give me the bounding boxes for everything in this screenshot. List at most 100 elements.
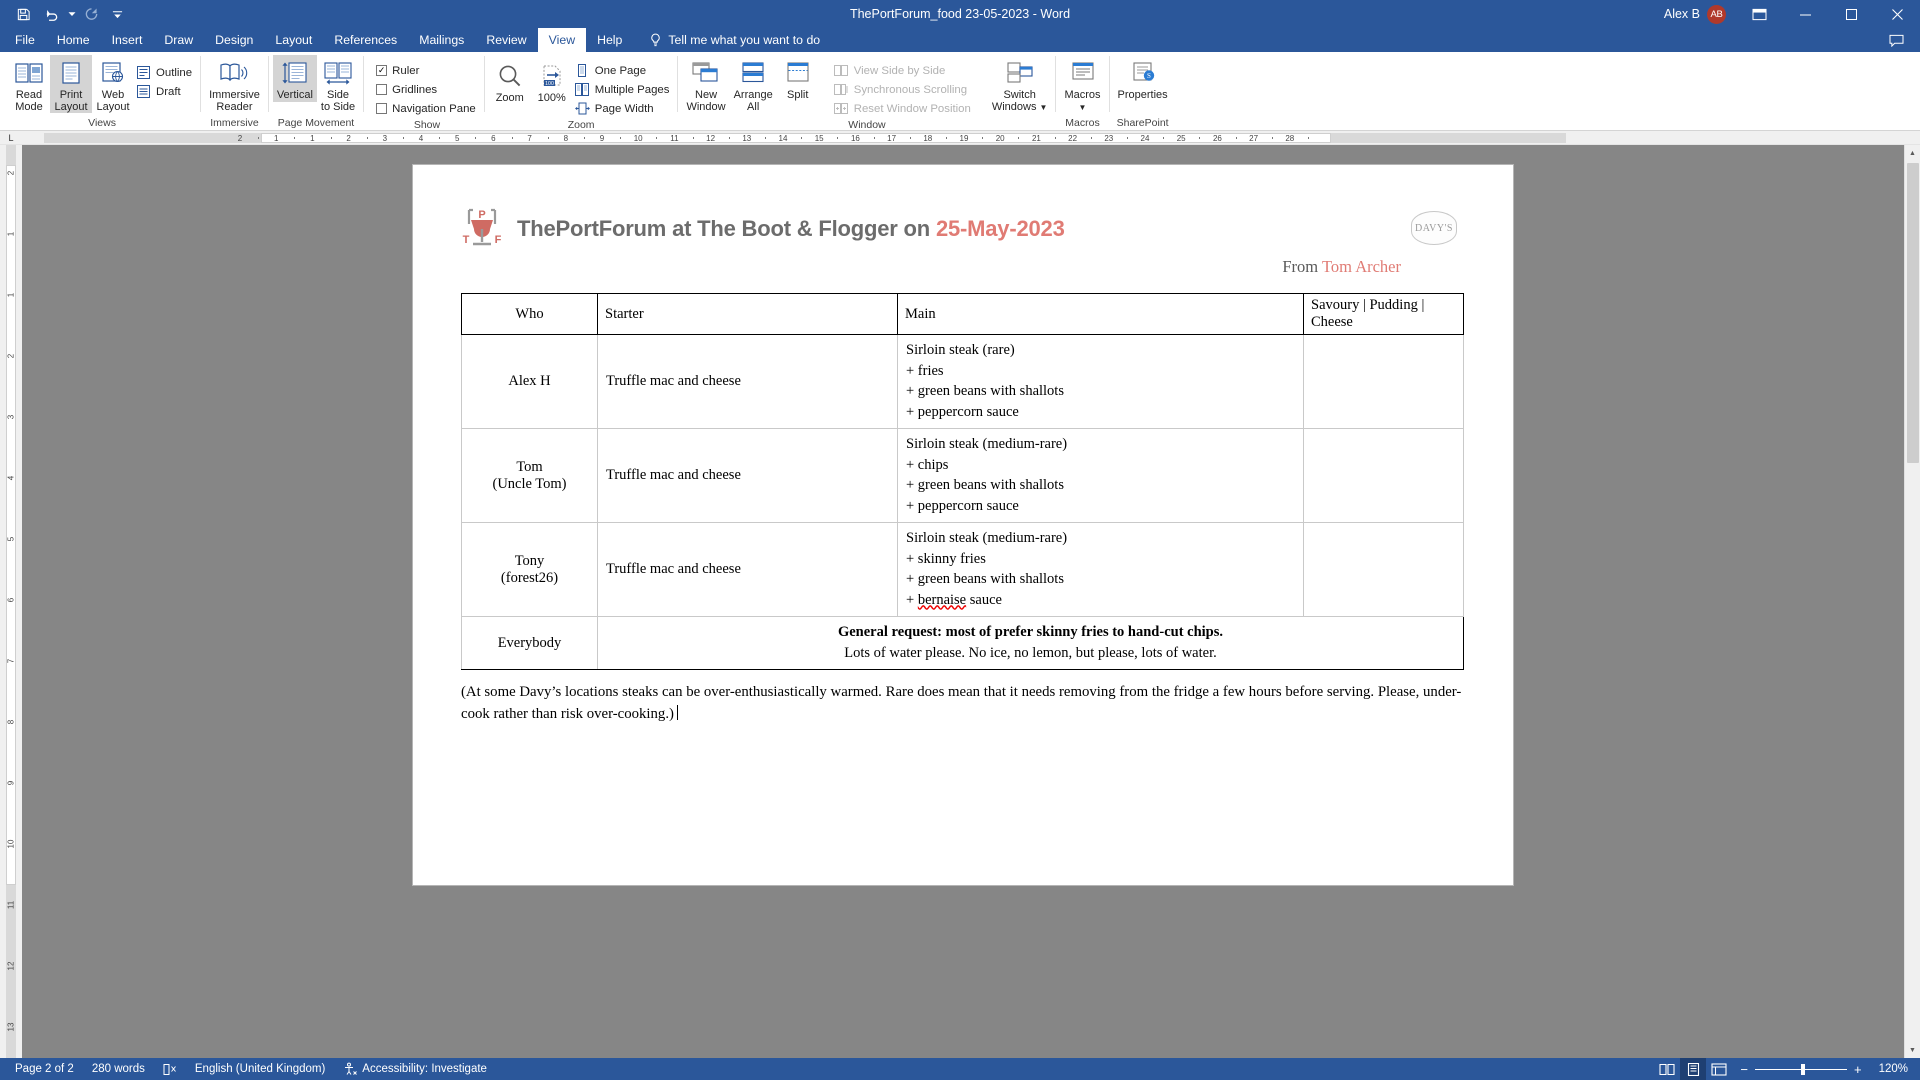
tab-view[interactable]: View <box>537 28 587 52</box>
zoom-thumb[interactable] <box>1800 1063 1805 1075</box>
cell-who[interactable]: Alex H <box>461 334 598 429</box>
immersive-reader-button[interactable]: Immersive Reader <box>205 55 264 113</box>
print-layout-button[interactable]: Print Layout <box>50 55 92 113</box>
column-header-main[interactable]: Main <box>897 293 1304 335</box>
table-row-everybody[interactable]: Everybody General request: most of prefe… <box>461 616 1464 670</box>
read-mode-view-button[interactable] <box>1654 1058 1680 1080</box>
table-row[interactable]: Tony (forest26) Truffle mac and cheese S… <box>461 522 1464 617</box>
column-header-who[interactable]: Who <box>461 293 598 335</box>
scrollbar-thumb[interactable] <box>1907 163 1919 463</box>
column-header-savoury-pudding-cheese[interactable]: Savoury | Pudding | Cheese <box>1303 293 1464 335</box>
minimize-button[interactable] <box>1782 0 1828 28</box>
tab-selector-button[interactable]: L <box>0 131 22 144</box>
tab-home[interactable]: Home <box>46 28 101 52</box>
document-canvas[interactable]: P T F ThePortForum at The Boot & Flogger… <box>22 145 1904 1058</box>
misspelled-word[interactable]: bernaise <box>918 592 966 608</box>
cell-starter[interactable]: Truffle mac and cheese <box>597 522 898 617</box>
draft-button[interactable]: Draft <box>134 82 196 101</box>
from-line[interactable]: From Tom Archer <box>461 257 1465 277</box>
zoom-out-button[interactable]: − <box>1740 1063 1748 1076</box>
tab-layout[interactable]: Layout <box>264 28 323 52</box>
zoom-in-button[interactable]: + <box>1854 1063 1862 1076</box>
cell-main[interactable]: Sirloin steak (medium-rare) + chips + gr… <box>897 428 1304 523</box>
one-page-button[interactable]: One Page <box>573 61 674 80</box>
scroll-up-arrow-icon[interactable]: ▲ <box>1905 145 1920 161</box>
tab-references[interactable]: References <box>323 28 408 52</box>
read-mode-button[interactable]: Read Mode <box>8 55 50 113</box>
split-button[interactable]: Split <box>777 55 819 102</box>
cell-savoury-pudding-cheese[interactable] <box>1303 522 1464 617</box>
lightbulb-icon <box>649 33 662 47</box>
cell-starter[interactable]: Truffle mac and cheese <box>597 334 898 429</box>
tab-help[interactable]: Help <box>586 28 633 52</box>
avatar[interactable]: AB <box>1707 4 1726 24</box>
redo-icon[interactable] <box>79 2 105 26</box>
menu-table[interactable]: Who Starter Main Savoury | Pudding | Che… <box>461 293 1464 670</box>
web-layout-view-button[interactable] <box>1706 1058 1732 1080</box>
tab-design[interactable]: Design <box>204 28 264 52</box>
side-to-side-button[interactable]: Side to Side <box>317 55 359 113</box>
tab-draw[interactable]: Draw <box>153 28 204 52</box>
cell-savoury-pudding-cheese[interactable] <box>1303 428 1464 523</box>
vertical-ruler[interactable]: 2 1 1 2 3 4 5 6 7 8 9 10 11 12 13 <box>0 145 22 1058</box>
tab-mailings[interactable]: Mailings <box>408 28 475 52</box>
document-body[interactable]: P T F ThePortForum at The Boot & Flogger… <box>413 165 1513 725</box>
zoom-level[interactable]: 120% <box>1870 1058 1914 1080</box>
arrange-all-button[interactable]: Arrange All <box>730 55 777 113</box>
ribbon-display-options-icon[interactable] <box>1736 0 1782 28</box>
vertical-button[interactable]: Vertical <box>272 55 317 102</box>
zoom-track[interactable] <box>1754 1063 1847 1075</box>
customize-quick-access-icon[interactable] <box>107 2 127 26</box>
tab-insert[interactable]: Insert <box>101 28 154 52</box>
page-width-button[interactable]: Page Width <box>573 99 674 118</box>
proofing-errors-button[interactable] <box>154 1058 186 1080</box>
language-indicator[interactable]: English (United Kingdom) <box>186 1058 334 1080</box>
cell-starter[interactable]: Truffle mac and cheese <box>597 428 898 523</box>
cell-main[interactable]: Sirloin steak (medium-rare) + skinny fri… <box>897 522 1304 617</box>
macros-button[interactable]: Macros ▼ <box>1060 55 1104 113</box>
cell-who-everybody[interactable]: Everybody <box>461 616 598 670</box>
cell-who[interactable]: Tom (Uncle Tom) <box>461 428 598 523</box>
word-count[interactable]: 280 words <box>83 1058 154 1080</box>
page-indicator[interactable]: Page 2 of 2 <box>6 1058 83 1080</box>
table-row[interactable]: Tom (Uncle Tom) Truffle mac and cheese S… <box>461 428 1464 523</box>
tab-file[interactable]: File <box>4 28 46 52</box>
table-row[interactable]: Alex H Truffle mac and cheese Sirloin st… <box>461 334 1464 429</box>
column-header-starter[interactable]: Starter <box>597 293 898 335</box>
vertical-scrollbar[interactable]: ▲ ▼ <box>1904 145 1920 1058</box>
comments-icon[interactable] <box>1884 26 1908 54</box>
cell-savoury-pudding-cheese[interactable] <box>1303 334 1464 429</box>
undo-icon[interactable] <box>38 2 64 26</box>
tab-review[interactable]: Review <box>475 28 537 52</box>
ruler-checkbox[interactable]: ✓ Ruler <box>374 61 480 80</box>
close-button[interactable] <box>1874 0 1920 28</box>
print-layout-view-button[interactable] <box>1680 1058 1707 1080</box>
save-icon[interactable] <box>10 2 36 26</box>
properties-button[interactable]: S Properties <box>1114 55 1172 102</box>
scroll-down-arrow-icon[interactable]: ▼ <box>1905 1042 1920 1058</box>
zoom-slider[interactable]: − + <box>1732 1063 1869 1076</box>
navigation-pane-checkbox[interactable]: Navigation Pane <box>374 99 480 118</box>
cell-main[interactable]: Sirloin steak (rare) + fries + green bea… <box>897 334 1304 429</box>
multiple-pages-button[interactable]: Multiple Pages <box>573 80 674 99</box>
cell-who[interactable]: Tony (forest26) <box>461 522 598 617</box>
chevron-down-icon-undo[interactable] <box>66 2 77 26</box>
horizontal-ruler[interactable]: L 2 1 1 2 3 4 5 6 7 8 9 10 11 12 13 14 15 16 17 18 19 20 21 22 2… <box>0 131 1920 145</box>
page-title[interactable]: ThePortForum at The Boot & Flogger on 25… <box>517 216 1065 242</box>
switch-windows-button[interactable]: Switch Windows ▼ <box>988 55 1052 113</box>
ruler-track[interactable]: 2 1 1 2 3 4 5 6 7 8 9 10 11 12 13 14 15 16 17 18 19 20 21 22 23 2… <box>22 131 1920 144</box>
accessibility-button[interactable]: Accessibility: Investigate <box>334 1058 496 1080</box>
cell-general-request[interactable]: General request: most of prefer skinny f… <box>597 616 1464 670</box>
document-page[interactable]: P T F ThePortForum at The Boot & Flogger… <box>413 165 1513 885</box>
new-window-button[interactable]: New Window <box>682 55 729 113</box>
web-layout-button[interactable]: Web Layout <box>92 55 134 113</box>
footnote-paragraph[interactable]: (At some Davy’s locations steaks can be … <box>461 681 1463 725</box>
maximize-button[interactable] <box>1828 0 1874 28</box>
ruler-tick-label: 5 <box>454 133 460 143</box>
gridlines-checkbox[interactable]: Gridlines <box>374 80 480 99</box>
tell-me-search[interactable]: Tell me what you want to do <box>649 28 820 52</box>
account-button[interactable]: Alex B AB <box>1664 4 1736 24</box>
outline-button[interactable]: Outline <box>134 63 196 82</box>
zoom-button[interactable]: Zoom <box>489 55 531 105</box>
zoom-100-button[interactable]: 100 100% <box>531 55 573 105</box>
